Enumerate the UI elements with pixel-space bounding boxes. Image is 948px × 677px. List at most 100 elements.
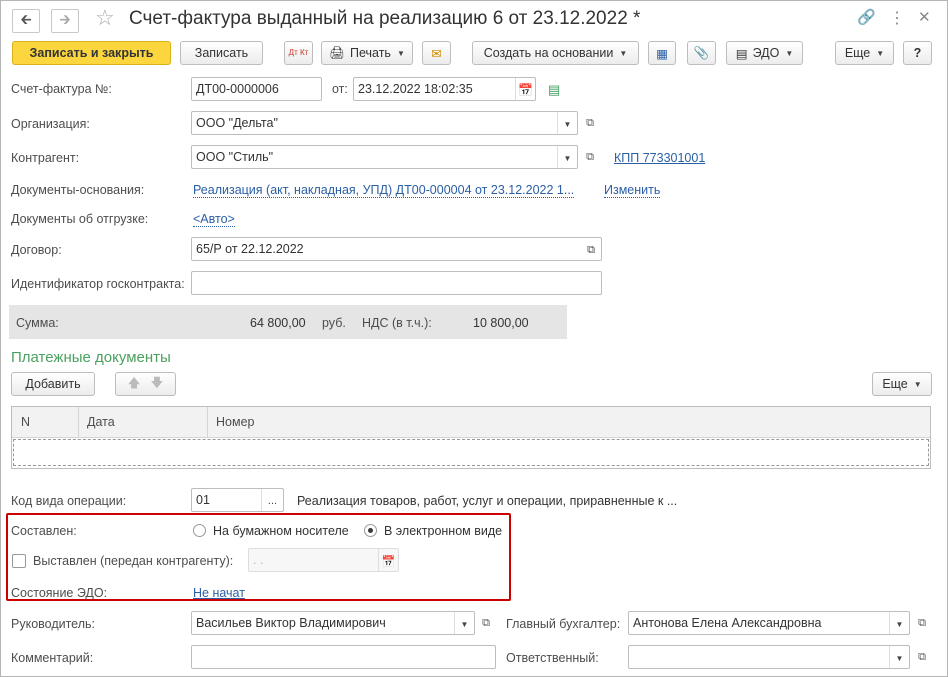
close-icon[interactable]: ✕ [918,8,931,26]
printer-icon: 🖨 [329,45,345,60]
table-more-button[interactable]: Еще ▼ [872,372,932,396]
electronic-radio-label[interactable]: В электронном виде [384,524,502,538]
move-buttons[interactable]: 🡅 🡇 [115,372,176,396]
payment-documents-table[interactable]: N Дата Номер [11,406,931,469]
arrow-right-icon: 🡲 [59,11,71,27]
calendar-icon[interactable]: 📅 [515,78,535,100]
more-button[interactable]: Еще ▼ [835,41,894,65]
chevron-down-icon[interactable]: ▼ [454,612,474,634]
change-link[interactable]: Изменить [604,183,661,198]
responsible-label: Ответственный: [506,651,599,665]
chief-accountant-value: Антонова Елена Александровна [633,616,822,630]
issued-date-field[interactable]: . . 📅 [248,548,399,572]
organization-label: Организация: [11,117,90,131]
gov-contract-label: Идентификатор госконтракта: [11,277,185,291]
sum-value: 64 800,00 [250,316,306,330]
status-note-icon[interactable]: ▤ [548,82,560,98]
organization-field[interactable]: ООО "Дельта" ▼ [191,111,578,135]
paperclip-icon: 📎 [693,45,710,60]
paper-radio[interactable] [193,524,206,537]
back-button[interactable]: 🡰 [12,9,40,33]
column-divider [78,407,79,437]
open-accountant-icon[interactable]: ⧉ [912,611,932,635]
operation-code-value: 01 [196,493,210,507]
chevron-down-icon[interactable]: ▼ [889,612,909,634]
open-organization-icon[interactable]: ⧉ [580,111,600,135]
contractor-value: ООО "Стиль" [196,150,274,164]
kpp-link[interactable]: КПП 773301001 [614,151,705,165]
paper-radio-label[interactable]: На бумажном носителе [213,524,349,538]
chevron-down-icon: ▼ [876,48,885,58]
open-contractor-icon[interactable]: ⧉ [580,145,600,169]
organization-value: ООО "Дельта" [196,116,278,130]
operation-description: Реализация товаров, работ, услуг и опера… [297,494,678,508]
edo-state-label: Состояние ЭДО: [11,586,108,600]
date-value: 23.12.2022 18:02:35 [358,82,473,96]
table-more-label: Еще [882,377,908,391]
column-header-number[interactable]: Номер [216,415,254,429]
responsible-field[interactable]: ▼ [628,645,910,669]
chevron-down-icon: ▼ [913,379,922,389]
calendar-icon[interactable]: 📅 [378,549,398,571]
save-and-close-label: Записать и закрыть [29,46,154,60]
operation-code-label: Код вида операции: [11,494,127,508]
open-head-icon[interactable]: ⧉ [476,611,496,635]
column-header-n[interactable]: N [21,415,30,429]
issued-label[interactable]: Выставлен (передан контрагенту): [33,554,233,568]
contractor-field[interactable]: ООО "Стиль" ▼ [191,145,578,169]
envelope-icon: ✉ [431,46,442,61]
basis-documents-label: Документы-основания: [11,183,145,197]
structure-button[interactable]: ▦ [648,41,676,65]
chevron-down-icon[interactable]: ▼ [889,646,909,668]
column-header-date[interactable]: Дата [87,415,115,429]
date-from-label: от: [332,82,348,96]
save-button[interactable]: Записать [180,41,263,65]
head-field[interactable]: Васильев Виктор Владимирович ▼ [191,611,475,635]
compiled-label: Составлен: [11,524,77,538]
shipment-auto-link[interactable]: <Авто> [193,212,235,227]
comment-field[interactable] [191,645,496,669]
contractor-label: Контрагент: [11,151,80,165]
edo-state-link[interactable]: Не начат [193,586,245,600]
select-ellipsis-button[interactable]: ... [261,489,283,511]
chief-accountant-field[interactable]: Антонова Елена Александровна ▼ [628,611,910,635]
more-label: Еще [844,46,871,60]
chevron-down-icon: ▼ [619,48,628,58]
arrow-up-icon[interactable]: 🡅 [128,374,141,395]
email-button[interactable]: ✉ [422,41,451,65]
open-responsible-icon[interactable]: ⧉ [912,645,932,669]
open-contract-icon[interactable]: ⧉ [581,238,601,260]
issued-date-value: . . [253,553,264,567]
gov-contract-field[interactable] [191,271,602,295]
save-and-close-button[interactable]: Записать и закрыть [12,41,171,65]
dt-kt-button[interactable]: Дт Кт [284,41,313,65]
forward-button[interactable]: 🡲 [51,9,79,33]
create-based-on-button[interactable]: Создать на основании ▼ [472,41,639,65]
chevron-down-icon[interactable]: ▼ [557,112,577,134]
add-button[interactable]: Добавить [11,372,95,396]
link-icon[interactable]: 🔗 [857,8,876,26]
print-label: Печать [350,46,391,60]
invoice-number-field[interactable]: ДТ00-0000006 [191,77,322,101]
table-row[interactable] [13,439,929,466]
edo-button[interactable]: ▤ ЭДО ▼ [726,41,803,65]
vat-label: НДС (в т.ч.): [362,316,432,330]
issued-checkbox[interactable] [12,554,26,568]
electronic-radio[interactable] [364,524,377,537]
help-button[interactable]: ? [903,41,932,65]
help-label: ? [913,46,922,60]
chevron-down-icon[interactable]: ▼ [557,146,577,168]
print-button[interactable]: 🖨 Печать ▼ [321,41,413,65]
favorite-star-icon[interactable]: ☆ [95,5,115,31]
window-title: Счет-фактура выданный на реализацию 6 от… [129,8,641,29]
date-field[interactable]: 23.12.2022 18:02:35 📅 [353,77,536,101]
more-vertical-icon[interactable]: ⋮ [889,8,905,28]
basis-document-link[interactable]: Реализация (акт, накладная, УПД) ДТ00-00… [193,183,575,198]
chevron-down-icon: ▼ [785,48,794,58]
arrow-down-icon[interactable]: 🡇 [151,374,164,395]
contract-field[interactable]: 65/Р от 22.12.2022 ⧉ [191,237,602,261]
attach-button[interactable]: 📎 [687,41,716,65]
vat-value: 10 800,00 [473,316,529,330]
operation-code-field[interactable]: 01... [191,488,284,512]
chief-accountant-label: Главный бухгалтер: [506,617,621,631]
